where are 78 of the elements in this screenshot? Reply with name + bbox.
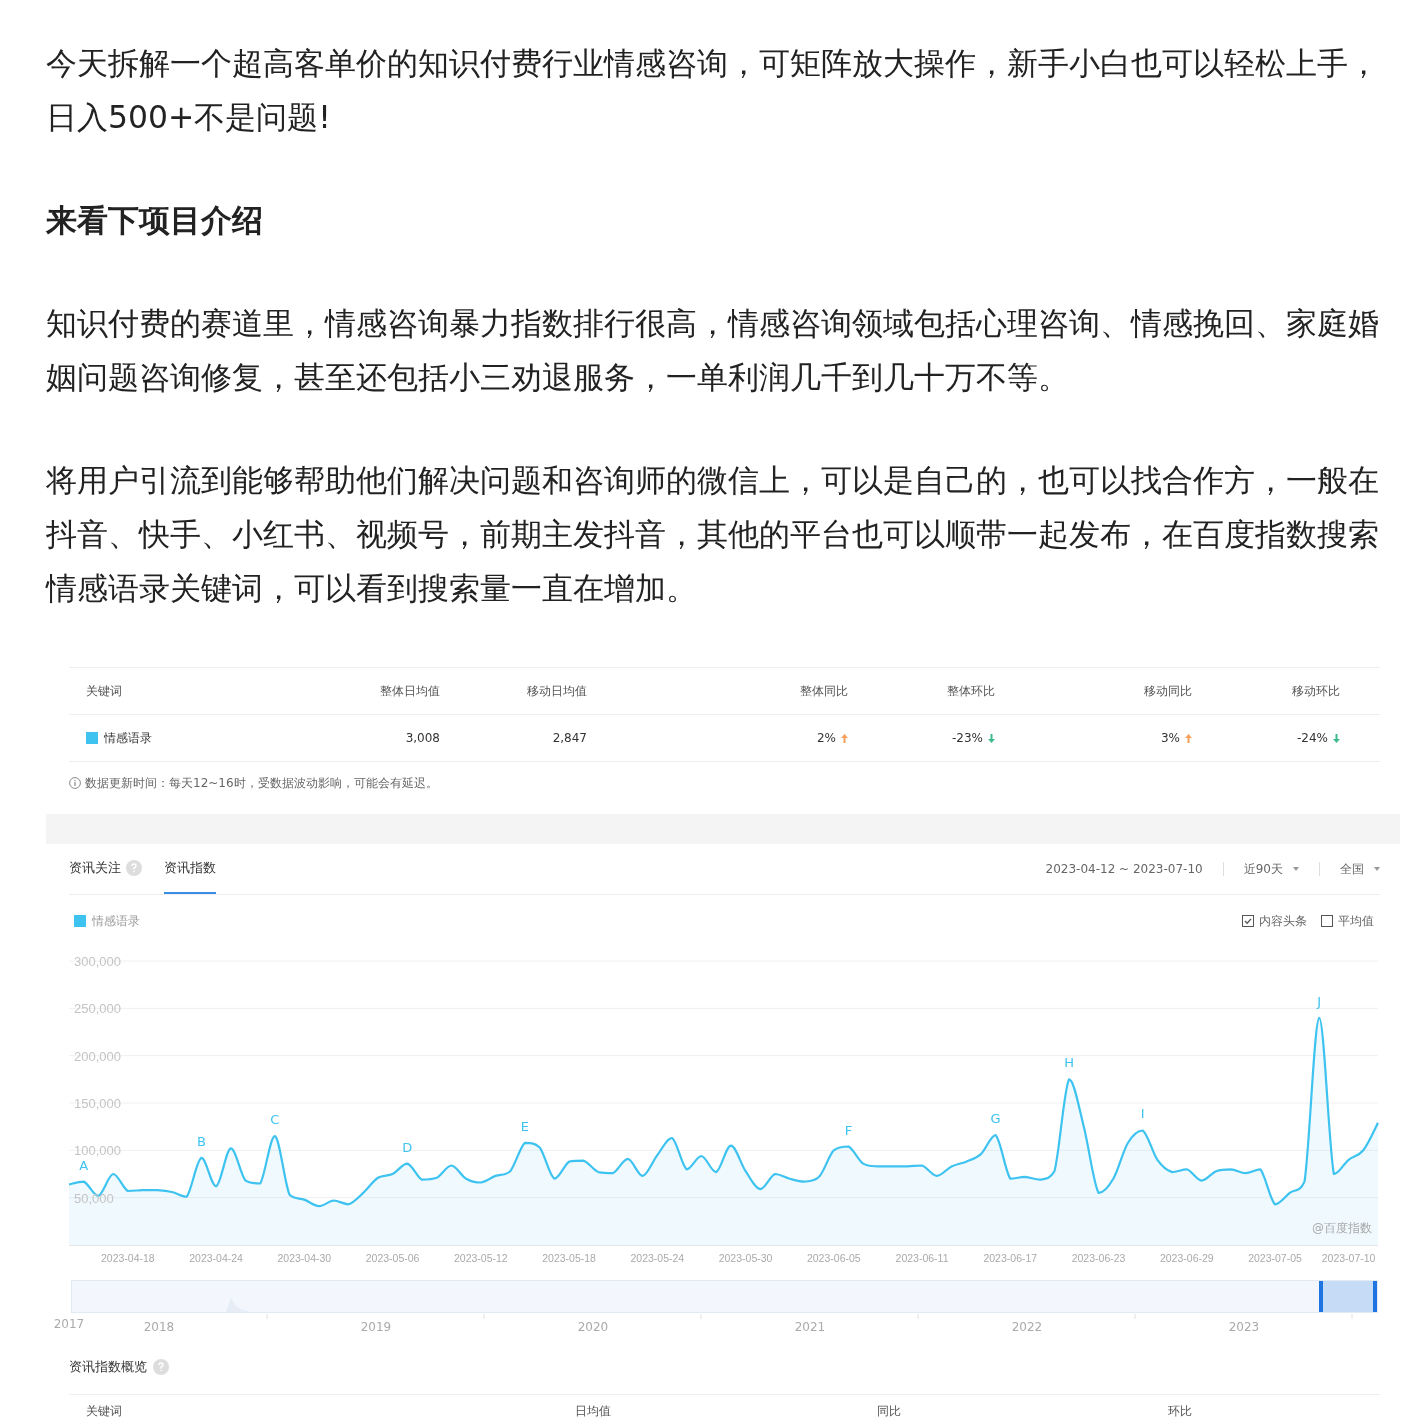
column-header: 日均值 [575,1403,612,1420]
legend-label: 情感语录 [92,912,140,930]
table-cell: -24% [1297,731,1328,745]
point-label: B [196,1133,206,1149]
x-axis-label: 2023-06-05 [806,1252,861,1264]
column-header: 关键词 [86,682,122,700]
point-label: F [844,1122,853,1138]
column-header: 同比 [877,1403,902,1420]
year-label: 2022 [1011,1320,1043,1334]
column-header: 移动环比 [1292,682,1340,700]
x-axis-label: 2023-06-29 [1159,1252,1214,1264]
update-note: 数据更新时间：每天12~16时，受数据波动影响，可能会有延迟。 [85,774,438,792]
x-axis-label: 2023-04-30 [277,1252,332,1264]
y-axis-label: 150,000 [74,1096,121,1111]
y-axis-label: 300,000 [74,954,121,969]
caret-icon [1374,867,1380,871]
point-label: I [1140,1106,1145,1122]
x-axis-label: 2023-05-24 [630,1252,685,1264]
point-label: C [270,1112,280,1128]
year-label: 2021 [794,1320,826,1334]
checkbox-label: 平均值 [1338,912,1374,930]
column-header: 关键词 [86,1403,123,1420]
x-axis-label: 2023-05-06 [365,1252,420,1264]
point-label: J [1317,993,1322,1009]
table-cell: 2% [816,731,836,745]
paragraph: 知识付费的赛道里，情感咨询暴力指数排行很高，情感咨询领域包括心理咨询、情感挽回、家庭婚姻问题咨询修复，甚至还包括小三劝退服务，一单利润几千到几十万不等。 [46,304,1380,397]
column-header: 整体日均值 [380,682,440,700]
range-selector[interactable] [1319,1281,1377,1312]
year-label: 2020 [577,1320,609,1334]
y-axis-label: 50,000 [74,1190,114,1206]
checkbox-label: 内容头条 [1259,912,1307,930]
column-header: 环比 [1168,1403,1193,1420]
checkbox[interactable] [1242,915,1254,927]
column-header: 整体同比 [800,682,848,700]
tab[interactable]: 资讯关注 [69,844,142,894]
point-label: G [990,1111,1001,1127]
x-axis-label: 2023-06-17 [983,1252,1038,1264]
column-header: 整体环比 [947,682,995,700]
year-label: 2017 [53,1317,85,1331]
x-axis-label: 2023-05-12 [453,1252,508,1264]
paragraph: 今天拆解一个超高客单价的知识付费行业情感咨询，可矩阵放大操作，新手小白也可以轻松上手，日入500+不是问题! [46,44,1380,137]
x-axis-label: 2023-05-30 [718,1252,773,1264]
y-axis-label: 250,000 [74,1001,121,1017]
dropdown[interactable]: 全国 [1340,860,1380,878]
point-label: E [520,1118,530,1134]
chart-credit: @百度指数 [1312,1221,1372,1235]
table-cell: 3,008 [405,731,440,745]
x-axis-label: 2023-06-23 [1071,1252,1126,1264]
year-label: 2023 [1228,1320,1260,1334]
date-range: 2023-04-12 ~ 2023-07-10 [1045,862,1203,876]
table-cell: -23% [952,731,983,745]
table-cell: 3% [1160,731,1180,745]
x-axis-label: 2023-04-24 [189,1252,243,1264]
year-label: 2018 [143,1320,175,1334]
paragraph: 将用户引流到能够帮助他们解决问题和咨询师的微信上，可以是自己的，也可以找合作方，一般在抖音、快手、小红书、视频号，前期主发抖音，其他的平台也可以顺带一起发布，在百度指数搜索情感语录关键词，可以看到搜索量一直在增加。 [46,461,1380,608]
x-axis-label: 2023-05-18 [542,1252,596,1264]
dropdown[interactable]: 近90天 [1243,860,1299,878]
checkbox[interactable] [1321,915,1333,927]
column-header: 移动同比 [1144,682,1192,700]
info-icon [69,777,81,789]
point-label: D [402,1139,413,1155]
x-axis-label: 2023-06-11 [895,1252,949,1264]
section-title: 资讯指数概览 [69,1358,147,1376]
section-heading: 来看下项目介绍 [46,201,264,240]
x-axis-label: 2023-04-18 [100,1252,155,1264]
table-cell: 2,847 [552,731,587,745]
point-label: A [79,1157,89,1173]
year-label: 2019 [360,1320,392,1334]
keyword-cell: 情感语录 [104,729,152,747]
caret-icon [1293,867,1299,871]
x-axis-label: 2023-07-05 [1248,1252,1302,1264]
y-axis-label: 100,000 [74,1143,121,1159]
y-axis-label: 200,000 [74,1048,121,1064]
overview-sparkline [226,1298,251,1312]
x-axis-label: 2023-07-10 [1321,1252,1376,1264]
tab[interactable]: 资讯指数 [164,844,216,894]
column-header: 移动日均值 [527,682,587,700]
point-label: H [1064,1055,1075,1071]
